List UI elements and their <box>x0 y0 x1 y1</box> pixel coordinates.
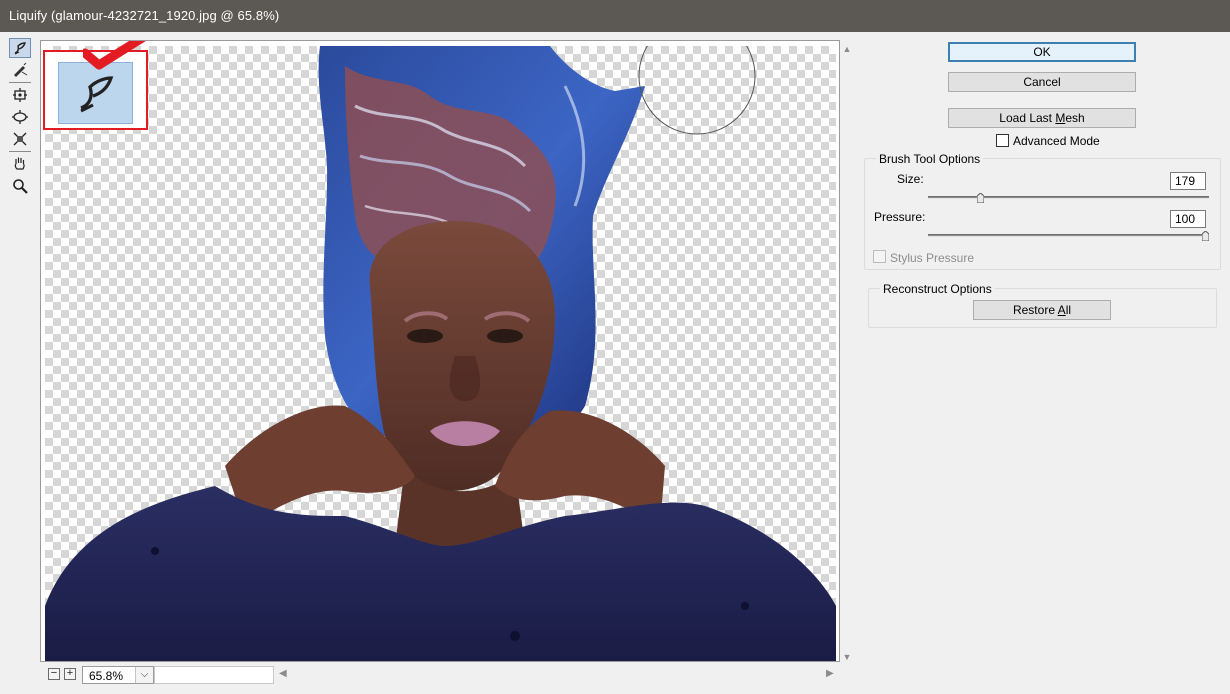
pucker-tool-icon <box>13 88 27 102</box>
stylus-pressure-label: Stylus Pressure <box>890 251 975 265</box>
load-last-mesh-label-b: M <box>1055 111 1066 125</box>
size-slider[interactable] <box>928 196 1209 199</box>
zoom-tool-button[interactable] <box>9 176 31 196</box>
checkmark-icon <box>83 41 146 70</box>
restore-all-label-c: ll <box>1065 303 1072 317</box>
pressure-label: Pressure: <box>874 210 926 224</box>
zoom-level-value: 65.8% <box>89 669 124 683</box>
portrait-photo <box>45 46 836 661</box>
tool-strip <box>6 38 34 198</box>
bloat-tool-icon <box>12 110 28 124</box>
brush-tool-options-title: Brush Tool Options <box>876 152 984 166</box>
load-last-mesh-label-c: esh <box>1065 111 1085 125</box>
hand-tool-button[interactable] <box>9 154 31 174</box>
size-input[interactable]: 179 <box>1170 172 1206 190</box>
pressure-slider[interactable] <box>928 234 1209 237</box>
zoom-tool-icon <box>13 179 28 194</box>
size-slider-thumb[interactable] <box>977 193 985 203</box>
scroll-down-icon[interactable]: ▼ <box>842 652 852 662</box>
scroll-left-icon[interactable]: ◀ <box>279 668 287 679</box>
reconstruct-tool-button[interactable] <box>9 60 31 80</box>
preview-canvas-frame <box>40 40 840 662</box>
scroll-up-icon[interactable]: ▲ <box>842 44 852 54</box>
reconstruct-tool-icon <box>14 62 28 77</box>
pressure-input[interactable]: 100 <box>1170 210 1206 228</box>
advanced-mode-checkbox[interactable] <box>996 134 1009 147</box>
zoom-status-field <box>154 666 274 684</box>
ok-button[interactable]: OK <box>948 42 1136 62</box>
load-last-mesh-label-a: Load Last <box>999 111 1056 125</box>
restore-all-label-a: Restore <box>1012 303 1058 317</box>
zoom-out-button[interactable]: − <box>48 668 60 680</box>
freeze-mask-tool-button[interactable] <box>9 129 31 149</box>
vertical-scrollbar[interactable]: ▲ ▼ <box>840 40 854 662</box>
forward-warp-tool-button[interactable] <box>9 38 31 58</box>
hand-tool-icon <box>14 157 25 170</box>
window-title: Liquify (glamour-4232721_1920.jpg @ 65.8… <box>9 8 280 23</box>
zoom-bar: − + 65.8% ⌵ ◀ ▶ <box>40 665 840 687</box>
zoom-level-select[interactable]: 65.8% ⌵ <box>82 666 154 684</box>
zoom-in-button[interactable]: + <box>64 668 76 680</box>
scroll-right-icon[interactable]: ▶ <box>826 668 834 679</box>
bloat-tool-button[interactable] <box>9 107 31 127</box>
cancel-button[interactable]: Cancel <box>948 72 1136 92</box>
stylus-pressure-checkbox[interactable] <box>873 250 886 263</box>
load-last-mesh-button[interactable]: Load Last Mesh <box>948 108 1136 128</box>
tool-divider <box>9 151 31 152</box>
forward-warp-tool-icon <box>79 76 113 113</box>
pressure-slider-thumb[interactable] <box>1202 231 1209 241</box>
chevron-down-icon[interactable]: ⌵ <box>135 667 153 683</box>
restore-all-button[interactable]: Restore All <box>973 300 1111 320</box>
forward-warp-tool-icon <box>14 42 26 55</box>
pucker-tool-button[interactable] <box>9 85 31 105</box>
preview-canvas[interactable] <box>45 46 836 661</box>
size-label: Size: <box>897 172 924 186</box>
advanced-mode-label: Advanced Mode <box>1013 134 1100 148</box>
title-bar: Liquify (glamour-4232721_1920.jpg @ 65.8… <box>0 0 1230 32</box>
freeze-mask-tool-icon <box>13 132 27 146</box>
reconstruct-options-title: Reconstruct Options <box>880 282 995 296</box>
restore-all-label-b: A <box>1057 303 1066 317</box>
tool-divider <box>9 82 31 83</box>
